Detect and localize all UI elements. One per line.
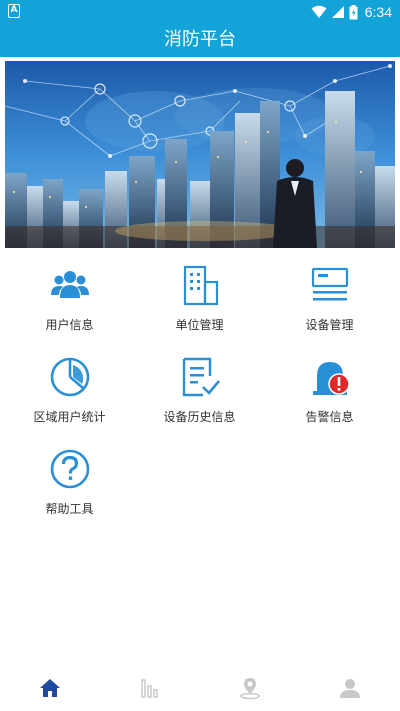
bottom-tab-bar [0, 664, 400, 711]
device-icon [311, 267, 349, 301]
menu-item-device-management[interactable]: 设备管理 [263, 258, 396, 348]
menu-label: 帮助工具 [45, 502, 94, 516]
menu-item-device-history[interactable]: 设备历史信息 [133, 350, 266, 440]
history-document-icon [182, 357, 220, 397]
tab-profile[interactable] [300, 676, 400, 702]
menu-item-user-info[interactable]: 用户信息 [3, 258, 136, 348]
tab-location[interactable] [200, 676, 300, 702]
menu-item-alarm-info[interactable]: 告警信息 [263, 350, 396, 440]
alarm-icon [313, 362, 350, 395]
page-title: 消防平台 [0, 24, 400, 57]
a-icon: A [8, 4, 20, 18]
statistics-icon [141, 679, 158, 698]
menu-label: 区域用户统计 [33, 410, 106, 424]
battery-icon [349, 4, 358, 19]
menu-label: 告警信息 [305, 410, 354, 424]
building-icon [183, 265, 219, 306]
pie-chart-icon [50, 357, 90, 397]
status-time: 6:34 [364, 4, 392, 20]
menu-label: 用户信息 [45, 318, 94, 332]
help-icon [50, 449, 90, 489]
menu-label: 单位管理 [175, 318, 224, 332]
menu-item-area-user-statistics[interactable]: 区域用户统计 [3, 350, 136, 440]
menu-item-unit-management[interactable]: 单位管理 [133, 258, 266, 348]
tab-statistics[interactable] [100, 676, 200, 702]
status-bar: A 6:34 [0, 0, 400, 24]
menu-item-help-tools[interactable]: 帮助工具 [3, 442, 136, 532]
profile-icon [340, 679, 360, 698]
menu-label: 设备历史信息 [163, 410, 236, 424]
location-icon [240, 678, 260, 700]
home-icon [40, 679, 60, 697]
status-icons: 6:34 [311, 3, 392, 21]
tab-home[interactable] [0, 676, 100, 702]
wifi-icon [311, 5, 327, 18]
users-icon [51, 271, 89, 298]
signal-icon [331, 6, 344, 18]
menu-label: 设备管理 [305, 318, 354, 332]
city-skyline-illustration [5, 61, 395, 248]
banner-image[interactable] [5, 61, 395, 248]
